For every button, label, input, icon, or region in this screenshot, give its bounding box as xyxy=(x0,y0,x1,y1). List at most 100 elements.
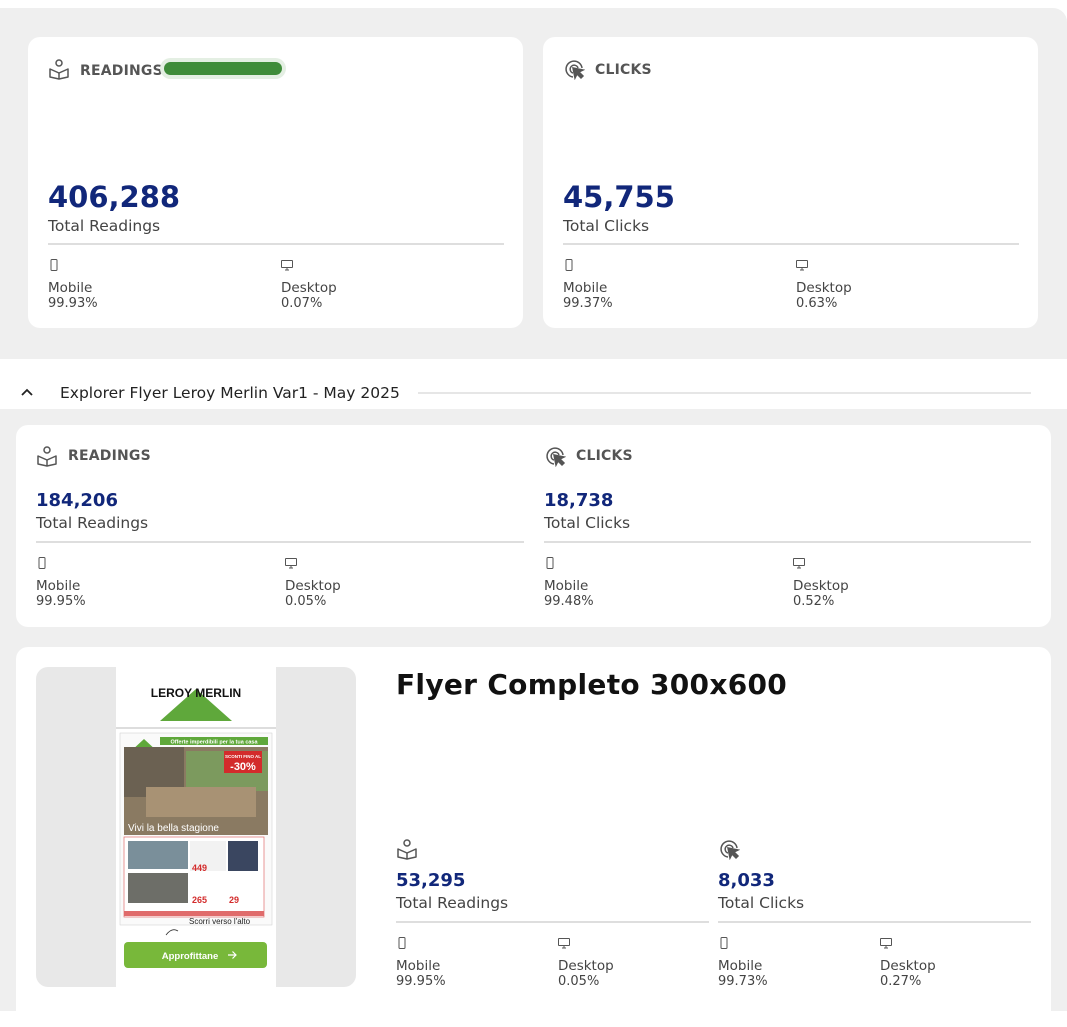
desktop-stat: Desktop 0.05% xyxy=(285,557,341,610)
total-clicks-label: Total Clicks xyxy=(544,514,631,532)
brand-logo-text: LEROY MERLIN xyxy=(151,686,241,700)
desktop-percent: 0.52% xyxy=(793,594,835,609)
desktop-label: Desktop xyxy=(558,958,614,974)
creative-clicks-value: 8,033 xyxy=(718,870,775,891)
clicks-header: CLICKS xyxy=(544,445,633,467)
desktop-icon xyxy=(793,558,805,569)
mobile-icon xyxy=(398,937,406,949)
campaign-section-header[interactable]: Explorer Flyer Leroy Merlin Var1 - May 2… xyxy=(0,377,1067,409)
mobile-icon xyxy=(720,937,728,949)
book-reader-icon xyxy=(48,58,70,80)
mobile-stat: Mobile 99.93% xyxy=(48,259,98,312)
desktop-stat: Desktop 0.52% xyxy=(793,557,849,610)
divider xyxy=(563,243,1019,245)
mobile-percent: 99.48% xyxy=(544,594,594,609)
flyer-price-1: 449 xyxy=(192,863,207,873)
mobile-label: Mobile xyxy=(36,578,81,594)
divider xyxy=(36,541,524,543)
campaign-stats-card xyxy=(16,425,1051,627)
desktop-label: Desktop xyxy=(281,280,337,296)
total-readings-value: 406,288 xyxy=(48,180,181,214)
mobile-stat: Mobile 99.95% xyxy=(396,937,446,990)
cursor-click-icon xyxy=(718,838,740,860)
mobile-label: Mobile xyxy=(48,280,93,296)
divider xyxy=(396,921,709,923)
section-divider xyxy=(418,392,1031,394)
flyer-discount: -30% xyxy=(230,761,256,773)
flyer-price-3: 29 xyxy=(229,895,239,905)
mobile-label: Mobile xyxy=(544,578,589,594)
desktop-icon xyxy=(558,938,570,949)
cursor-click-icon xyxy=(563,58,585,80)
mobile-stat: Mobile 99.48% xyxy=(544,557,594,610)
flyer-discount-top: SCONTI FINO AL xyxy=(225,754,261,759)
desktop-icon xyxy=(880,938,892,949)
flyer-scroll-hint: Scorri verso l'alto xyxy=(189,917,251,926)
desktop-stat: Desktop 0.05% xyxy=(558,937,614,990)
mobile-label: Mobile xyxy=(396,958,441,974)
mobile-stat: Mobile 99.73% xyxy=(718,937,768,990)
total-readings-value: 184,206 xyxy=(36,490,118,511)
mobile-percent: 99.93% xyxy=(48,296,98,311)
book-reader-icon xyxy=(36,445,58,467)
clicks-header: CLICKS xyxy=(563,58,652,80)
mobile-stat: Mobile 99.37% xyxy=(563,259,613,312)
desktop-stat: Desktop 0.07% xyxy=(281,259,337,312)
flyer-preview[interactable]: LEROY MERLIN Offerte imperdibili per la … xyxy=(116,667,276,987)
readings-progress-fill xyxy=(164,62,282,75)
chevron-up-icon[interactable] xyxy=(18,385,36,399)
desktop-label: Desktop xyxy=(796,280,852,296)
desktop-percent: 0.07% xyxy=(281,296,323,311)
mobile-icon xyxy=(50,259,58,271)
readings-header: READINGS xyxy=(48,58,163,80)
desktop-percent: 0.05% xyxy=(285,594,327,609)
creative-readings-label: Total Readings xyxy=(396,894,509,912)
flyer-artwork: LEROY MERLIN Offerte imperdibili per la … xyxy=(116,686,276,968)
creative-title: Flyer Completo 300x600 xyxy=(396,668,788,701)
mobile-icon xyxy=(546,557,554,569)
divider xyxy=(544,541,1031,543)
divider xyxy=(48,243,504,245)
readings-label: READINGS xyxy=(80,63,163,79)
creative-readings-value: 53,295 xyxy=(396,870,466,891)
total-clicks-value: 18,738 xyxy=(544,490,614,511)
divider xyxy=(718,921,1031,923)
readings-progress-bar xyxy=(160,58,286,79)
desktop-icon xyxy=(285,558,297,569)
mobile-label: Mobile xyxy=(718,958,763,974)
mobile-percent: 99.37% xyxy=(563,296,613,311)
creative-clicks-label: Total Clicks xyxy=(718,894,805,912)
mobile-percent: 99.95% xyxy=(396,974,446,989)
readings-label: READINGS xyxy=(68,448,151,464)
book-reader-icon xyxy=(396,838,418,860)
desktop-label: Desktop xyxy=(880,958,936,974)
campaign-title: Explorer Flyer Leroy Merlin Var1 - May 2… xyxy=(60,384,400,402)
total-clicks-label: Total Clicks xyxy=(563,217,650,235)
desktop-label: Desktop xyxy=(285,578,341,594)
desktop-percent: 0.05% xyxy=(558,974,600,989)
total-readings-label: Total Readings xyxy=(36,514,149,532)
desktop-stat: Desktop 0.63% xyxy=(796,259,852,312)
mobile-icon xyxy=(565,259,573,271)
cursor-click-icon xyxy=(544,445,566,467)
readings-header: READINGS xyxy=(36,445,151,467)
desktop-icon xyxy=(796,260,808,271)
flyer-cta: Approfittane xyxy=(162,951,218,962)
desktop-stat: Desktop 0.27% xyxy=(880,937,936,990)
mobile-stat: Mobile 99.95% xyxy=(36,557,86,610)
flyer-banner: Offerte imperdibili per la tua casa xyxy=(170,740,258,746)
mobile-label: Mobile xyxy=(563,280,608,296)
mobile-percent: 99.73% xyxy=(718,974,768,989)
total-readings-label: Total Readings xyxy=(48,217,161,235)
desktop-percent: 0.63% xyxy=(796,296,838,311)
clicks-label: CLICKS xyxy=(595,61,652,78)
clicks-label: CLICKS xyxy=(576,448,633,464)
flyer-tagline: Vivi la bella stagione xyxy=(128,823,219,834)
desktop-label: Desktop xyxy=(793,578,849,594)
desktop-percent: 0.27% xyxy=(880,974,922,989)
mobile-percent: 99.95% xyxy=(36,594,86,609)
desktop-icon xyxy=(281,260,293,271)
total-clicks-value: 45,755 xyxy=(563,180,675,214)
flyer-price-2: 265 xyxy=(192,895,207,905)
mobile-icon xyxy=(38,557,46,569)
